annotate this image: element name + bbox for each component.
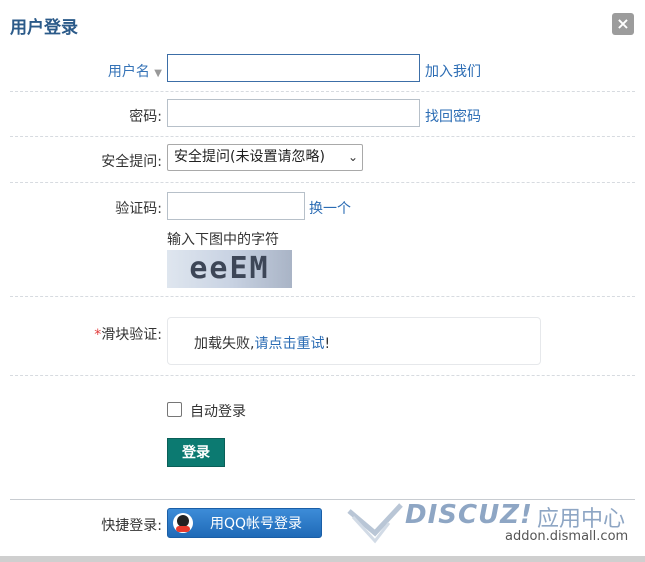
divider [10, 296, 635, 297]
password-label: 密码: [129, 109, 162, 125]
qq-login-button[interactable]: 用QQ帐号登录 [167, 508, 322, 538]
security-question-select[interactable]: 安全提问(未设置请忽略) ⌄ [167, 144, 363, 171]
register-link[interactable]: 加入我们 [425, 61, 481, 81]
security-question-label: 安全提问: [101, 154, 162, 170]
slider-suffix: ! [324, 336, 331, 352]
username-input[interactable] [167, 54, 420, 82]
captcha-input[interactable] [167, 192, 305, 220]
dialog-title: 用户登录 [10, 18, 78, 38]
captcha-label: 验证码: [115, 201, 162, 217]
forgot-password-link[interactable]: 找回密码 [425, 106, 481, 126]
password-input[interactable] [167, 99, 420, 127]
quick-login-label: 快捷登录: [101, 518, 162, 534]
captcha-hint: 输入下图中的字符 [167, 232, 279, 248]
security-question-value: 安全提问(未设置请忽略) [174, 149, 325, 165]
divider [10, 182, 635, 183]
close-icon[interactable]: × [612, 13, 634, 35]
slider-status: 加载失败,请点击重试! [194, 333, 330, 353]
auto-login-label[interactable]: 自动登录 [190, 401, 246, 421]
slider-verification-box: 加载失败,请点击重试! [167, 317, 541, 365]
caret-down-icon: ▼ [154, 68, 162, 79]
captcha-refresh-link[interactable]: 换一个 [309, 198, 351, 218]
divider [10, 91, 635, 92]
username-label[interactable]: 用户名 ▼ [12, 61, 162, 81]
divider [10, 375, 635, 376]
slider-fail-text: 加载失败, [194, 336, 255, 352]
username-label-text: 用户名 [107, 64, 150, 80]
bottom-strip [0, 556, 645, 562]
qq-login-label: 用QQ帐号登录 [210, 516, 303, 532]
chevron-down-icon: ⌄ [347, 150, 358, 164]
captcha-image-text: eeEM [189, 251, 270, 286]
slider-retry-link[interactable]: 请点击重试 [254, 336, 324, 352]
discuz-watermark: DISCUZ! 应用中心 addon.dismall.com [345, 498, 635, 553]
auto-login-checkbox[interactable] [167, 402, 182, 417]
watermark-url: addon.dismall.com [505, 529, 629, 544]
slider-verification-label-text: 滑块验证: [101, 327, 162, 343]
login-button[interactable]: 登录 [167, 438, 225, 467]
discuz-arrow-icon [347, 503, 403, 544]
discuz-brand: DISCUZ! [405, 500, 533, 530]
divider [10, 136, 635, 137]
captcha-image[interactable]: eeEM [167, 250, 292, 288]
slider-verification-label: *滑块验证: [12, 324, 162, 344]
qq-penguin-icon [173, 513, 193, 533]
